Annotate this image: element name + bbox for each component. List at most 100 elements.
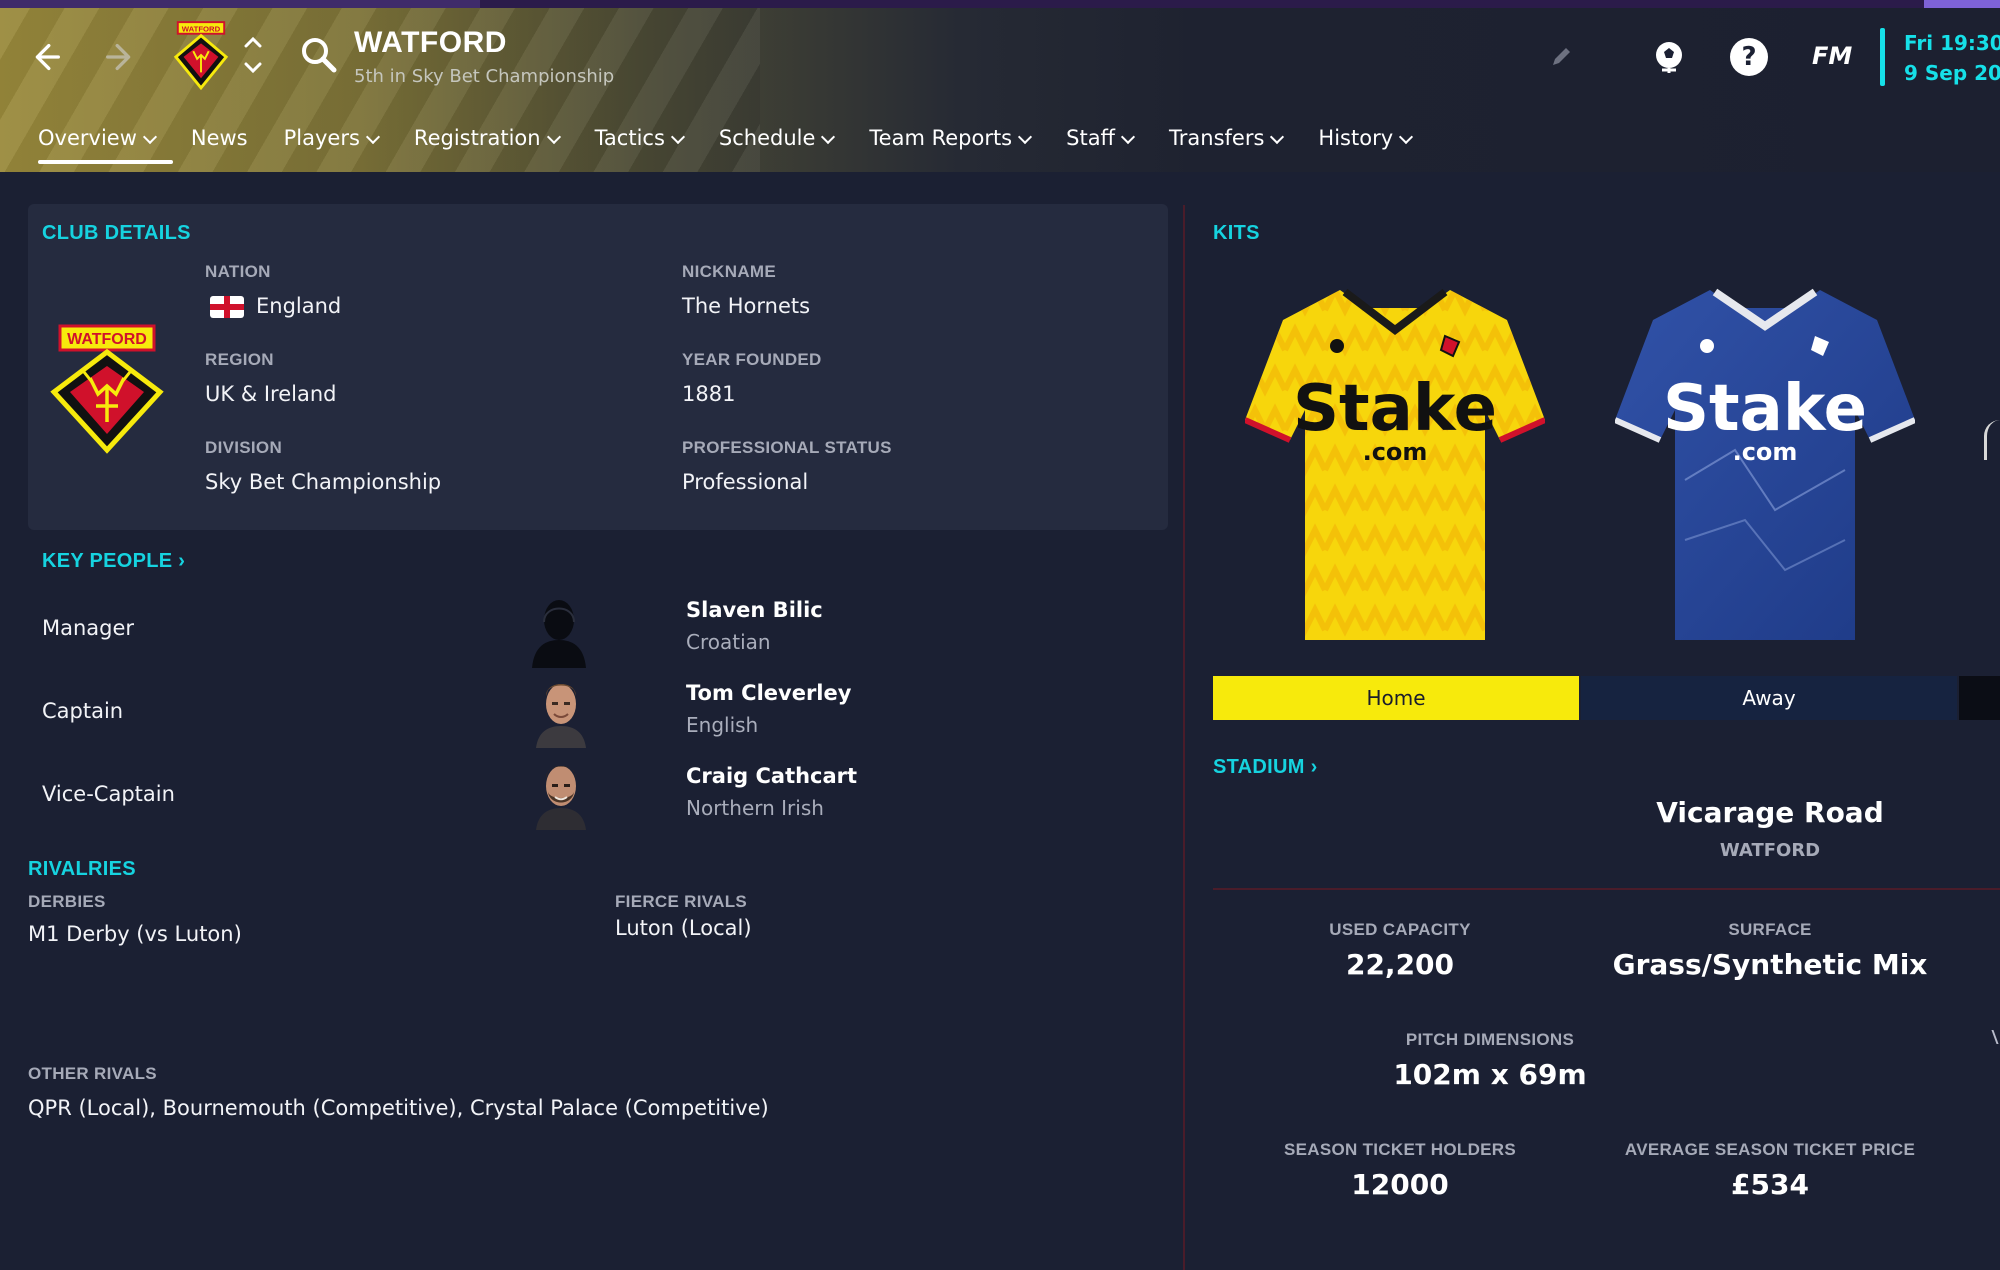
fierce-rivals-value[interactable]: Luton (Local) [615, 916, 752, 940]
pitch-dimensions-label: PITCH DIMENSIONS [1405, 1030, 1575, 1049]
svg-text:WATFORD: WATFORD [182, 24, 221, 33]
help-icon[interactable]: ? [1730, 38, 1768, 76]
kit-tab-away[interactable]: Away [1581, 676, 1957, 720]
division-value[interactable]: Sky Bet Championship [205, 470, 441, 494]
svg-text:WATFORD: WATFORD [67, 331, 147, 348]
nation-label: NATION [205, 262, 271, 281]
game-date: 9 Sep 20 [1904, 61, 2000, 85]
avg-season-ticket-price-label: AVERAGE SEASON TICKET PRICE [1624, 1140, 1916, 1159]
tab-staff[interactable]: Staff [1048, 118, 1151, 172]
forward-arrow-icon[interactable] [98, 34, 144, 80]
role-manager: Manager [42, 616, 135, 640]
vice-captain-avatar[interactable] [528, 754, 594, 830]
svg-text:.com: .com [1363, 438, 1428, 466]
used-capacity-value: 22,200 [1345, 948, 1455, 981]
club-switch-chevrons-icon[interactable] [238, 30, 268, 80]
chevron-down-icon [142, 129, 157, 145]
club-league-position: 5th in Sky Bet Championship [354, 66, 615, 87]
time-divider [1880, 28, 1885, 86]
surface-value: Grass/Synthetic Mix [1612, 948, 1928, 981]
derbies-label: DERBIES [28, 892, 106, 911]
professional-status-value: Professional [682, 470, 809, 494]
tab-schedule[interactable]: Schedule [701, 118, 852, 172]
surface-label: SURFACE [1728, 920, 1812, 939]
season-ticket-holders-value: 12000 [1351, 1168, 1449, 1201]
header-bar: WATFORD WATFORD 5th in Sky Bet Champions… [0, 0, 2000, 172]
club-name-title: WATFORD [354, 26, 507, 59]
other-rivals-label: OTHER RIVALS [28, 1064, 157, 1083]
nickname-label: NICKNAME [682, 262, 777, 281]
chevron-right-icon: › [1304, 756, 1318, 778]
game-date-time[interactable]: Fri 19:30 9 Sep 20 [1904, 28, 2000, 88]
tab-team-reports[interactable]: Team Reports [851, 118, 1048, 172]
tab-history[interactable]: History [1300, 118, 1429, 172]
year-founded-label: YEAR FOUNDED [682, 350, 822, 369]
club-details-title: CLUB DETAILS [42, 222, 191, 244]
stadium-name: Vicarage Road [1656, 796, 1884, 829]
chevron-down-icon [670, 129, 685, 145]
role-vice-captain: Vice-Captain [42, 782, 175, 806]
captain-avatar[interactable] [528, 672, 594, 748]
chevron-down-icon [821, 129, 836, 145]
key-people-link[interactable]: KEY PEOPLE › [42, 550, 185, 573]
avg-season-ticket-price-value: £534 [1731, 1168, 1809, 1201]
tab-news[interactable]: News [173, 118, 266, 172]
club-crest-icon[interactable]: WATFORD [172, 20, 230, 90]
tab-tactics[interactable]: Tactics [577, 118, 701, 172]
pitch-dimensions-value: 102m x 69m [1393, 1058, 1587, 1091]
vice-captain-nationality: Northern Irish [686, 796, 824, 820]
tab-players[interactable]: Players [266, 118, 396, 172]
chevron-down-icon [1018, 129, 1033, 145]
england-flag-icon [210, 296, 244, 318]
used-capacity-label: USED CAPACITY [1329, 920, 1471, 939]
club-crest-large-icon: WATFORD [50, 324, 164, 454]
club-tabs: Overview News Players Registration Tacti… [20, 118, 1429, 172]
chevron-down-icon [546, 129, 561, 145]
back-arrow-icon[interactable] [22, 34, 68, 80]
captain-nationality: English [686, 713, 759, 737]
search-icon[interactable] [296, 32, 342, 78]
svg-text:.com: .com [1733, 438, 1798, 466]
stadium-city: WATFORD [1719, 840, 1821, 861]
nation-value[interactable]: England [256, 294, 341, 318]
year-founded-value: 1881 [682, 382, 736, 406]
manager-nationality: Croatian [686, 630, 771, 654]
edit-pencil-icon[interactable] [1548, 44, 1574, 70]
season-ticket-holders-label: SEASON TICKET HOLDERS [1283, 1140, 1517, 1159]
club-details-card [28, 204, 1168, 530]
svg-text:Stake: Stake [1293, 372, 1497, 446]
kits-title: KITS [1213, 222, 1260, 244]
game-time: Fri 19:30 [1904, 31, 2000, 55]
captain-name[interactable]: Tom Cleverley [686, 681, 851, 705]
top-accent-bar [0, 0, 2000, 8]
tab-overview[interactable]: Overview [20, 118, 173, 172]
region-value: UK & Ireland [205, 382, 337, 406]
region-label: REGION [205, 350, 274, 369]
derbies-value[interactable]: M1 Derby (vs Luton) [28, 922, 242, 946]
away-kit-shirt[interactable]: Stake .com [1615, 280, 1915, 650]
other-rivals-value[interactable]: QPR (Local), Bournemouth (Competitive), … [28, 1096, 769, 1120]
tab-registration[interactable]: Registration [396, 118, 577, 172]
fm-logo[interactable]: FM [1812, 42, 1852, 70]
manager-name[interactable]: Slaven Bilic [686, 598, 823, 622]
home-kit-shirt[interactable]: Stake .com [1245, 280, 1545, 650]
stadium-divider [1213, 888, 2000, 890]
vice-captain-name[interactable]: Craig Cathcart [686, 764, 857, 788]
role-captain: Captain [42, 699, 124, 723]
kit-tab-home[interactable]: Home [1213, 676, 1579, 720]
tab-transfers[interactable]: Transfers [1151, 118, 1300, 172]
third-kit-preview[interactable] [1984, 420, 2000, 460]
football-globe-icon[interactable] [1650, 38, 1688, 76]
fierce-rivals-label: FIERCE RIVALS [615, 892, 748, 911]
division-label: DIVISION [205, 438, 283, 457]
panel-divider [1183, 205, 1185, 1270]
chevron-right-icon: › [172, 550, 186, 572]
manager-silhouette-icon[interactable] [526, 592, 592, 668]
chevron-down-icon [365, 129, 380, 145]
svg-text:Stake: Stake [1663, 372, 1867, 446]
nickname-value: The Hornets [682, 294, 811, 318]
kit-tab-third[interactable] [1959, 676, 2000, 720]
chevron-down-icon [1399, 129, 1414, 145]
chevron-down-icon [1120, 129, 1136, 145]
stadium-link[interactable]: STADIUM › [1213, 756, 1318, 779]
